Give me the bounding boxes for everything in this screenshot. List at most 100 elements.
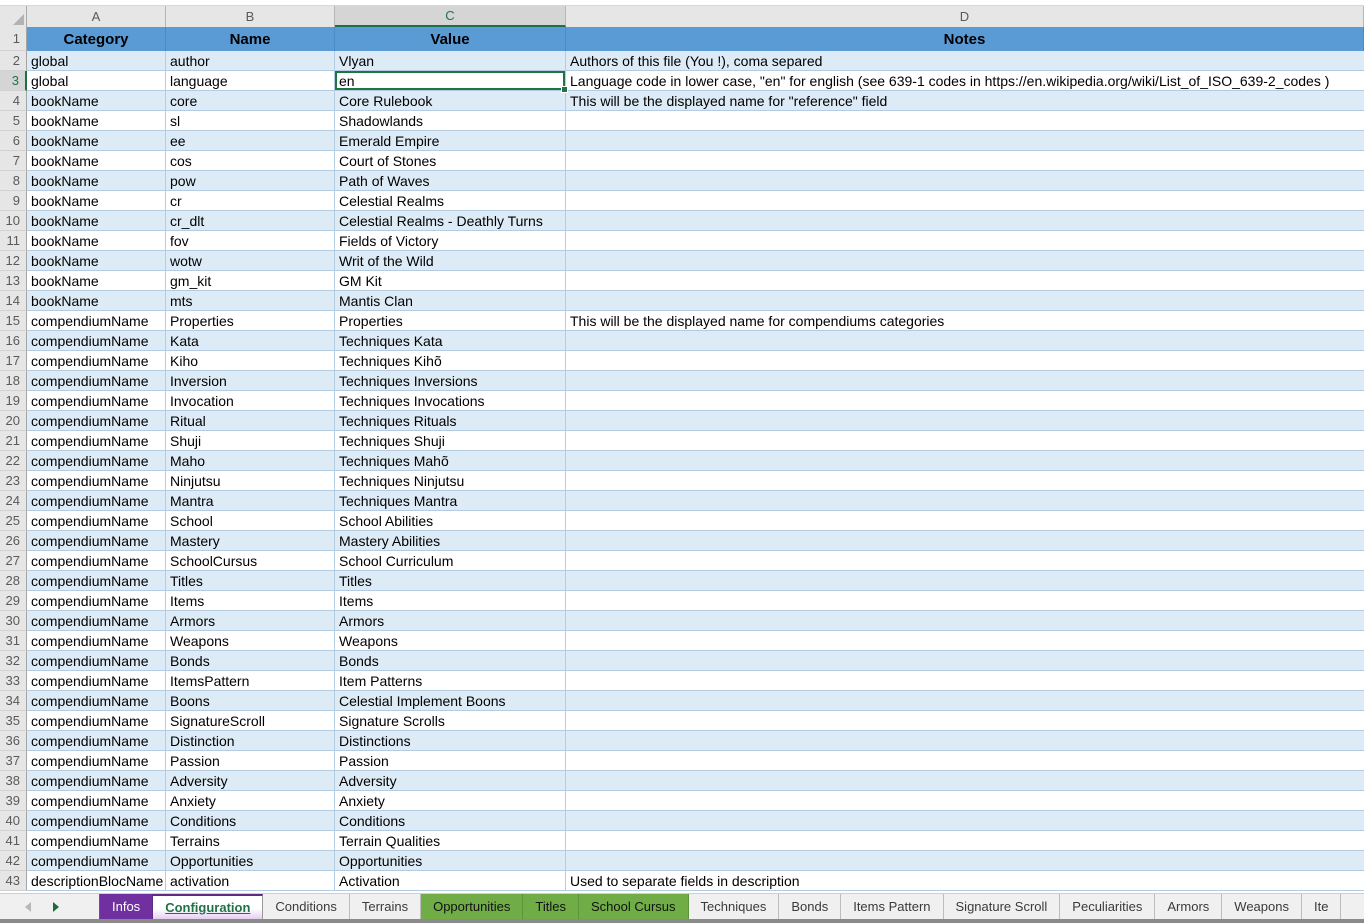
row-number[interactable]: 2 bbox=[0, 51, 27, 71]
cell-value[interactable]: Adversity bbox=[335, 771, 566, 791]
cell-value[interactable]: Shadowlands bbox=[335, 111, 566, 131]
cell-name[interactable]: Inversion bbox=[166, 371, 335, 391]
cell-notes[interactable] bbox=[566, 111, 1364, 131]
row-number[interactable]: 22 bbox=[0, 451, 27, 471]
cell-name[interactable]: pow bbox=[166, 171, 335, 191]
cell-notes[interactable] bbox=[566, 711, 1364, 731]
cell-category[interactable]: compendiumName bbox=[27, 631, 166, 651]
cell-value[interactable]: Techniques Mahõ bbox=[335, 451, 566, 471]
cell-value[interactable]: Celestial Implement Boons bbox=[335, 691, 566, 711]
cell-notes[interactable] bbox=[566, 291, 1364, 311]
cell-value[interactable]: Mastery Abilities bbox=[335, 531, 566, 551]
cell-category[interactable]: bookName bbox=[27, 111, 166, 131]
cell-name[interactable]: Boons bbox=[166, 691, 335, 711]
cell-notes[interactable] bbox=[566, 151, 1364, 171]
cell-name[interactable]: Anxiety bbox=[166, 791, 335, 811]
sheet-tab-infos[interactable]: Infos bbox=[100, 894, 153, 919]
cell-notes[interactable] bbox=[566, 251, 1364, 271]
cell-category[interactable]: compendiumName bbox=[27, 451, 166, 471]
cell-name[interactable]: Kiho bbox=[166, 351, 335, 371]
row-number[interactable]: 16 bbox=[0, 331, 27, 351]
row-number[interactable]: 31 bbox=[0, 631, 27, 651]
cell-category[interactable]: compendiumName bbox=[27, 751, 166, 771]
cell-value[interactable]: Court of Stones bbox=[335, 151, 566, 171]
cell-notes[interactable]: This will be the displayed name for comp… bbox=[566, 311, 1364, 331]
cell-category[interactable]: compendiumName bbox=[27, 351, 166, 371]
cell-notes[interactable] bbox=[566, 371, 1364, 391]
cell-notes[interactable] bbox=[566, 431, 1364, 451]
cell-category[interactable]: compendiumName bbox=[27, 431, 166, 451]
sheet-tab-bonds[interactable]: Bonds bbox=[779, 894, 841, 919]
cell-notes[interactable] bbox=[566, 231, 1364, 251]
cell-category[interactable]: bookName bbox=[27, 291, 166, 311]
select-all-button[interactable] bbox=[0, 6, 27, 27]
row-number[interactable]: 7 bbox=[0, 151, 27, 171]
row-number[interactable]: 28 bbox=[0, 571, 27, 591]
header-cell-notes[interactable]: Notes bbox=[566, 27, 1364, 51]
cell-category[interactable]: bookName bbox=[27, 231, 166, 251]
cell-category[interactable]: global bbox=[27, 71, 166, 91]
row-number[interactable]: 37 bbox=[0, 751, 27, 771]
cell-value[interactable]: Opportunities bbox=[335, 851, 566, 871]
cell-name[interactable]: Ninjutsu bbox=[166, 471, 335, 491]
row-number[interactable]: 13 bbox=[0, 271, 27, 291]
cell-category[interactable]: bookName bbox=[27, 191, 166, 211]
row-number[interactable]: 36 bbox=[0, 731, 27, 751]
cell-name[interactable]: Weapons bbox=[166, 631, 335, 651]
cell-category[interactable]: compendiumName bbox=[27, 371, 166, 391]
cell-name[interactable]: Ritual bbox=[166, 411, 335, 431]
cell-value[interactable]: GM Kit bbox=[335, 271, 566, 291]
cell-name[interactable]: author bbox=[166, 51, 335, 71]
cell-name[interactable]: cos bbox=[166, 151, 335, 171]
cell-name[interactable]: ItemsPattern bbox=[166, 671, 335, 691]
cell-name[interactable]: Adversity bbox=[166, 771, 335, 791]
row-number[interactable]: 30 bbox=[0, 611, 27, 631]
row-number[interactable]: 21 bbox=[0, 431, 27, 451]
cell-category[interactable]: compendiumName bbox=[27, 811, 166, 831]
row-number[interactable]: 10 bbox=[0, 211, 27, 231]
sheet-tab-titles[interactable]: Titles bbox=[523, 894, 579, 919]
cell-notes[interactable] bbox=[566, 351, 1364, 371]
sheet-tab-techniques[interactable]: Techniques bbox=[689, 894, 780, 919]
fill-handle[interactable] bbox=[561, 86, 568, 93]
sheet-scroll-right-arrow-icon[interactable] bbox=[53, 902, 59, 912]
cell-category[interactable]: compendiumName bbox=[27, 531, 166, 551]
cell-name[interactable]: School bbox=[166, 511, 335, 531]
cell-notes[interactable] bbox=[566, 271, 1364, 291]
cell-name[interactable]: Mastery bbox=[166, 531, 335, 551]
row-number[interactable]: 41 bbox=[0, 831, 27, 851]
cell-value[interactable]: Terrain Qualities bbox=[335, 831, 566, 851]
row-number[interactable]: 29 bbox=[0, 591, 27, 611]
cell-name[interactable]: cr bbox=[166, 191, 335, 211]
row-number[interactable]: 42 bbox=[0, 851, 27, 871]
cell-category[interactable]: bookName bbox=[27, 171, 166, 191]
row-number[interactable]: 6 bbox=[0, 131, 27, 151]
row-number[interactable]: 26 bbox=[0, 531, 27, 551]
cell-notes[interactable] bbox=[566, 731, 1364, 751]
cell-name[interactable]: fov bbox=[166, 231, 335, 251]
column-header-a[interactable]: A bbox=[27, 6, 166, 27]
cell-name[interactable]: core bbox=[166, 91, 335, 111]
cell-category[interactable]: bookName bbox=[27, 91, 166, 111]
cell-notes[interactable]: Language code in lower case, "en" for en… bbox=[566, 71, 1364, 91]
cell-category[interactable]: bookName bbox=[27, 271, 166, 291]
cell-value[interactable]: Mantis Clan bbox=[335, 291, 566, 311]
cell-value[interactable]: School Curriculum bbox=[335, 551, 566, 571]
cell-name[interactable]: Items bbox=[166, 591, 335, 611]
cell-value[interactable]: Techniques Kihõ bbox=[335, 351, 566, 371]
sheet-tab-signature-scroll[interactable]: Signature Scroll bbox=[944, 894, 1061, 919]
row-number[interactable]: 33 bbox=[0, 671, 27, 691]
cell-category[interactable]: compendiumName bbox=[27, 651, 166, 671]
selected-cell[interactable]: en bbox=[335, 71, 566, 91]
cell-notes[interactable] bbox=[566, 811, 1364, 831]
cell-name[interactable]: activation bbox=[166, 871, 335, 891]
cell-category[interactable]: descriptionBlocName bbox=[27, 871, 166, 891]
cell-notes[interactable] bbox=[566, 451, 1364, 471]
row-number[interactable]: 35 bbox=[0, 711, 27, 731]
row-number[interactable]: 3 bbox=[0, 71, 27, 91]
cell-notes[interactable] bbox=[566, 611, 1364, 631]
cell-notes[interactable] bbox=[566, 831, 1364, 851]
row-number[interactable]: 19 bbox=[0, 391, 27, 411]
cell-name[interactable]: SignatureScroll bbox=[166, 711, 335, 731]
sheet-tab-items-pattern[interactable]: Items Pattern bbox=[841, 894, 943, 919]
